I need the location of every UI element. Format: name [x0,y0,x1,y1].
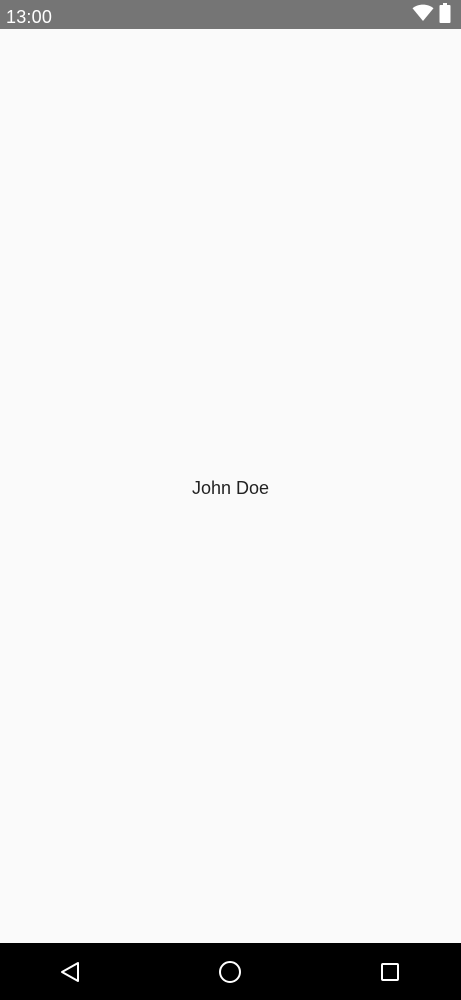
status-bar: 13:00 [0,0,461,29]
status-icons [412,2,451,28]
screen: 13:00 John Doe [0,0,461,1000]
recents-button[interactable] [375,957,405,987]
back-button[interactable] [55,957,85,987]
main-content: John Doe [0,29,461,943]
home-icon [219,961,241,983]
recents-icon [381,963,399,981]
status-time: 13:00 [6,7,53,27]
back-icon [61,962,79,982]
wifi-icon [412,4,434,27]
navigation-bar [0,943,461,1000]
home-button[interactable] [215,957,245,987]
user-name: John Doe [191,478,270,498]
battery-icon [439,2,451,28]
